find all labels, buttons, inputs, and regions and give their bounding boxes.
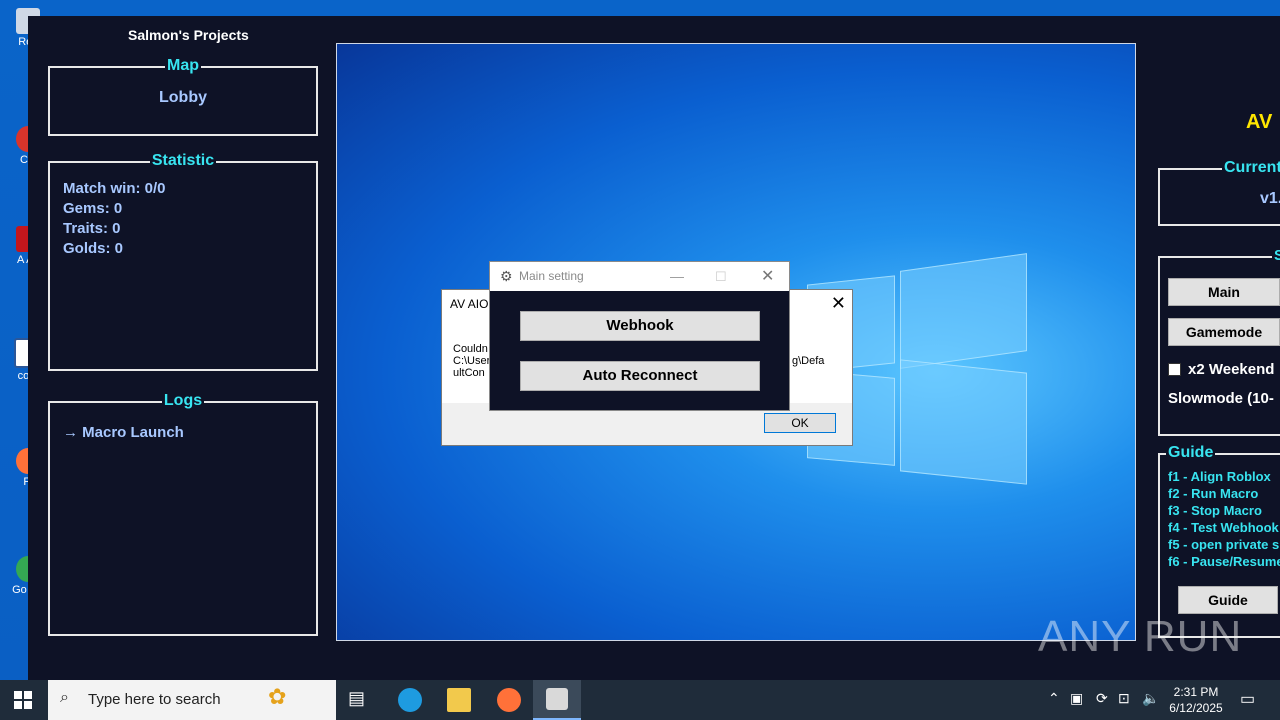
ok-button[interactable]: OK xyxy=(764,413,836,433)
statistic-panel: Statistic Match win: 0/0 Gems: 0 Traits:… xyxy=(48,152,318,371)
gamemode-button[interactable]: Gamemode xyxy=(1168,318,1280,346)
error-message-line: ultCon xyxy=(453,367,485,379)
notification-icon[interactable]: ▭ xyxy=(1240,689,1255,709)
settings-legend: Sett xyxy=(1272,247,1280,264)
match-win-stat: Match win: 0/0 xyxy=(63,180,166,197)
statistic-legend: Statistic xyxy=(149,152,217,169)
map-value: Lobby xyxy=(159,89,207,106)
weekend-label: x2 Weekend xyxy=(1188,361,1275,378)
webhook-button[interactable]: Webhook xyxy=(520,311,760,341)
golds-stat: Golds: 0 xyxy=(63,240,124,257)
error-message-line: C:\User xyxy=(453,355,491,367)
settings-panel: Sett Main Gamemode x2 Weekend Slowmode (… xyxy=(1158,247,1280,436)
network-icon[interactable]: ⊡ xyxy=(1118,690,1130,707)
minimize-icon[interactable]: — xyxy=(670,262,684,291)
guide-legend: Guide xyxy=(1166,444,1216,461)
task-view-icon[interactable]: ▤ xyxy=(348,688,372,712)
guide-button[interactable]: Guide xyxy=(1178,586,1278,614)
guide-f4: f4 - Test Webhook xyxy=(1168,520,1279,535)
search-icon: ⌕ xyxy=(60,689,69,706)
guide-f5: f5 - open private s xyxy=(1168,537,1280,552)
main-setting-title: Main setting xyxy=(519,269,584,283)
main-setting-body: Webhook Auto Reconnect xyxy=(490,291,789,410)
edge-icon[interactable] xyxy=(398,688,422,712)
firefox-icon[interactable] xyxy=(497,688,521,712)
weekend-checkbox[interactable] xyxy=(1168,363,1181,376)
current-legend: Current xyxy=(1222,159,1280,176)
guide-f1: f1 - Align Roblox xyxy=(1168,469,1271,484)
clock-date: 6/12/2025 xyxy=(1169,701,1223,715)
main-setting-dialog: ⚙ Main setting — ☐ ✕ Webhook Auto Reconn… xyxy=(489,261,790,411)
close-icon[interactable]: ✕ xyxy=(831,293,846,314)
map-panel: Map Lobby xyxy=(48,57,318,136)
taskbar-search-box[interactable]: ⌕ Type here to search ✿ xyxy=(48,680,336,720)
anyrun-watermark: ANY RUN xyxy=(1038,612,1243,661)
tulips-icon: ✿ xyxy=(268,684,287,709)
taskbar: ⌕ Type here to search ✿ ▤ ⌃ ▣ ⟳ ⊡ 🔈 2:31… xyxy=(0,680,1280,720)
macro-app-icon xyxy=(546,688,568,710)
right-title: AV xyxy=(1246,111,1273,133)
guide-panel: Guide f1 - Align Roblox f2 - Run Macro f… xyxy=(1158,444,1280,638)
file-explorer-icon[interactable] xyxy=(447,688,471,712)
logs-panel: Logs → Macro Launch xyxy=(48,392,318,636)
logs-legend: Logs xyxy=(161,392,205,409)
map-legend: Map xyxy=(165,57,201,74)
app-title: Salmon's Projects xyxy=(128,27,249,43)
windows-start-icon[interactable] xyxy=(14,691,32,709)
main-setting-titlebar: ⚙ Main setting — ☐ ✕ xyxy=(490,262,789,291)
active-app-taskbar-button[interactable] xyxy=(533,680,581,720)
version-value: v1. xyxy=(1260,190,1280,207)
slowmode-label: Slowmode (10- xyxy=(1168,390,1274,407)
auto-reconnect-button[interactable]: Auto Reconnect xyxy=(520,361,760,391)
maximize-icon[interactable]: ☐ xyxy=(715,262,727,291)
clock-time: 2:31 PM xyxy=(1173,685,1219,699)
log-entry: → Macro Launch xyxy=(63,424,184,441)
clock[interactable]: 2:31 PM 6/12/2025 xyxy=(1168,684,1224,716)
error-message-path: g\Defa xyxy=(792,355,825,367)
app-gear-icon: ⚙ xyxy=(500,268,513,284)
main-button[interactable]: Main xyxy=(1168,278,1280,306)
guide-f6: f6 - Pause/Resume xyxy=(1168,554,1280,569)
chevron-up-icon[interactable]: ⌃ xyxy=(1048,690,1060,707)
volume-icon[interactable]: 🔈 xyxy=(1142,690,1159,707)
close-icon[interactable]: ✕ xyxy=(761,262,774,291)
tray-sync-icon[interactable]: ⟳ xyxy=(1096,690,1108,707)
gems-stat: Gems: 0 xyxy=(63,200,123,217)
current-panel: Current v1. xyxy=(1158,159,1280,226)
search-placeholder: Type here to search xyxy=(88,691,221,708)
guide-f3: f3 - Stop Macro xyxy=(1168,503,1262,518)
error-dialog-title: AV AIO. xyxy=(450,297,492,311)
error-message-line: Couldn xyxy=(453,343,488,355)
guide-f2: f2 - Run Macro xyxy=(1168,486,1259,501)
weekend-option[interactable]: x2 Weekend xyxy=(1168,361,1274,378)
tray-app-icon[interactable]: ▣ xyxy=(1070,690,1083,707)
traits-stat: Traits: 0 xyxy=(63,220,121,237)
